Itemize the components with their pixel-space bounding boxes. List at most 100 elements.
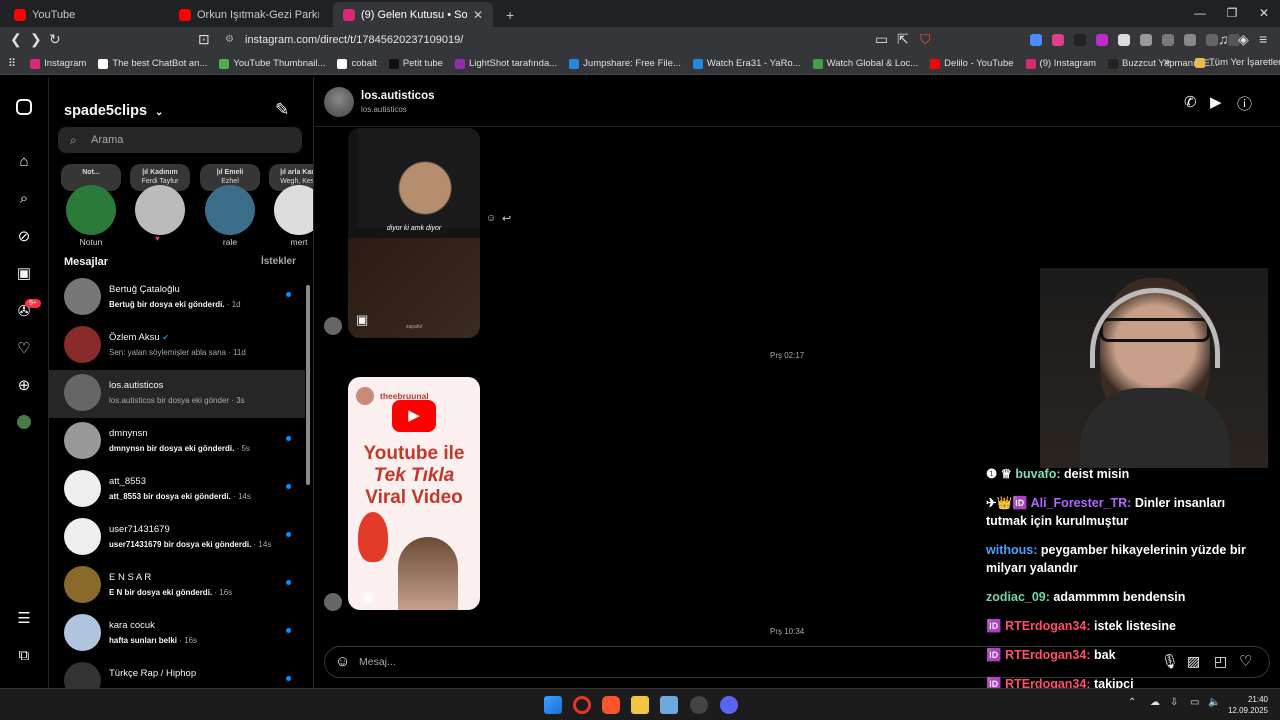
shared-video-1[interactable]: diyor ki amk diyor zapafo/ [348,128,480,338]
brave-shield-icon[interactable]: ⛉ [920,31,931,48]
conversation-row[interactable]: kara cocuk hafta sunları belki · 16s [49,610,305,658]
conversation-row[interactable]: att_8553 att_8553 bir dosya eki gönderdi.… [49,466,305,514]
extension-icon[interactable] [1096,34,1108,46]
conversation-row[interactable]: los.autisticos los.autisticos bir dosya e… [49,370,305,418]
close-tab-icon[interactable]: ✕ [473,8,483,22]
extension-icon[interactable] [1118,34,1130,46]
note-item[interactable]: |ıl Kadınım Ferdi Tayfur [130,164,190,237]
bookmark-item[interactable]: (9) Instagram [1025,58,1096,69]
sender-avatar[interactable] [324,593,342,611]
site-info-icon[interactable]: ⚙ [225,30,234,50]
note-item[interactable]: |ıl Emeli Ezhel rale [200,164,260,247]
network-icon[interactable]: ▭ [1190,697,1199,708]
video-call-icon[interactable]: ▶ [1210,93,1222,111]
explore-icon[interactable]: ⊘ [15,228,33,246]
share-icon[interactable]: ⇱ [897,31,909,48]
sender-avatar[interactable] [324,317,342,335]
home-icon[interactable]: ⌂ [15,153,33,171]
minimize-icon[interactable]: — [1184,0,1216,27]
apps-grid-icon[interactable]: ⠿ [8,57,16,70]
system-clock[interactable]: 21:40 12.09.2025 [1228,694,1268,716]
extension-icon[interactable] [1052,34,1064,46]
more-menu-icon[interactable]: ☰ [15,610,33,628]
extension-icon[interactable] [1140,34,1152,46]
url-field[interactable]: ⚙ instagram.com/direct/t/178456202371090… [215,30,915,50]
photos-icon[interactable] [660,696,678,714]
phone-call-icon[interactable]: ✆ [1184,93,1197,111]
all-bookmarks-folder[interactable]: Tüm Yer İşaretleri [1195,57,1280,68]
music-icon[interactable]: ♫ [1218,31,1229,47]
account-username[interactable]: spade5clips ⌄ [64,103,163,119]
extension-icon[interactable] [1030,34,1042,46]
discord-icon[interactable] [720,696,738,714]
shared-reel[interactable]: theebruunal ▶ Youtube ile Tek Tıkla Vira… [348,377,480,610]
extension-icon[interactable] [1162,34,1174,46]
stream-chat-message: ✈👑🆔 Ali_Forester_TR: Dinler insanları tu… [986,494,1266,530]
threads-icon[interactable]: ⧉ [15,647,33,665]
vpn-icon[interactable]: ◈ [1238,31,1249,48]
search-input[interactable]: ⌕ Arama [58,127,302,153]
obs-icon[interactable] [690,696,708,714]
conversation-row[interactable]: E N S A R E N bir dosya eki gönderdi. · 1… [49,562,305,610]
conversation-avatar [64,278,101,315]
sidebar-icon[interactable] [1206,34,1218,46]
conversation-row[interactable]: user71431679 user71431679 bir dosya eki g… [49,514,305,562]
bookmark-item[interactable]: Jumpshare: Free File... [569,58,681,69]
reels-icon[interactable]: ▣ [15,265,33,283]
maximize-icon[interactable]: ❐ [1216,0,1248,27]
start-icon[interactable] [544,696,562,714]
tab-orkun[interactable]: Orkun Işıtmak-Gezi Parkı Polise Küfür [169,2,329,27]
conversation-row[interactable]: dmnynsn dmnynsn bir dosya eki gönderdi. ·… [49,418,305,466]
tab-instagram[interactable]: (9) Gelen Kutusu • Sohbetler ✕ [333,2,493,27]
chat-title[interactable]: los.autisticos [361,90,435,102]
more-bookmarks-icon[interactable]: » [1164,56,1170,68]
bookmark-item[interactable]: Watch Era31 - YaRo... [692,58,801,69]
react-emoji-icon[interactable]: ☺ [486,213,496,224]
sidebar-scrollbar[interactable] [305,277,311,688]
bookmark-item[interactable]: Watch Global & Loc... [812,58,918,69]
conversation-row[interactable]: Bertuğ Çataloğlu Bertuğ bir dosya eki gön… [49,274,305,322]
emoji-icon[interactable]: ☺ [335,653,350,670]
new-tab-button[interactable]: + [496,2,520,27]
conversation-row[interactable]: Türkçe Rap / Hiphop [49,658,305,688]
tray-chevron-icon[interactable]: ⌃ [1128,697,1136,708]
bookmark-item[interactable]: YouTube Thumbnail... [219,58,325,69]
profile-avatar[interactable] [17,415,31,429]
forward-icon[interactable]: ❯ [30,31,42,48]
tray-icon[interactable]: ☁ [1150,697,1160,708]
brave-icon[interactable] [602,696,620,714]
back-icon[interactable]: ❮ [10,31,22,48]
info-icon[interactable]: ⓘ [1237,93,1252,114]
verified-badge-icon: ✔ [162,333,170,342]
bookmark-item[interactable]: Instagram [30,58,86,69]
chat-badges: 🆔 [986,619,1002,633]
tray-icon[interactable]: ⇩ [1170,697,1178,708]
bookmark-item[interactable]: cobalt [337,58,377,69]
bookmark-item[interactable]: Petit tube [388,58,443,69]
requests-link[interactable]: İstekler [261,256,296,267]
reload-icon[interactable]: ↻ [49,31,61,48]
close-window-icon[interactable]: ✕ [1248,0,1280,27]
bookmark-item[interactable]: LightShot tarafında... [454,58,557,69]
note-item[interactable]: |ıl arla KarşWegh, Keskmert [269,164,313,247]
puzzle-icon[interactable] [1184,34,1196,46]
reply-icon[interactable]: ↩ [502,212,511,225]
bookmark-item[interactable]: The best ChatBot an... [98,58,207,69]
create-icon[interactable]: ⊕ [15,377,33,395]
file-explorer-icon[interactable] [631,696,649,714]
volume-icon[interactable]: 🔈 [1208,697,1220,708]
new-message-icon[interactable]: ✎ [275,100,289,120]
opera-icon[interactable] [573,696,591,714]
tab-youtube[interactable]: YouTube [4,2,169,27]
menu-icon[interactable]: ≡ [1259,31,1267,47]
cast-icon[interactable]: ▭ [875,31,888,48]
instagram-logo-icon[interactable] [16,99,32,115]
extension-icon[interactable] [1074,34,1086,46]
bookmark-icon[interactable]: ⊡ [198,31,210,48]
search-icon[interactable]: ⌕ [15,190,33,208]
notifications-heart-icon[interactable]: ♡ [15,340,33,358]
conversation-row[interactable]: Özlem Aksu ✔ Sen: yalan söylemişler abla … [49,322,305,370]
chat-avatar[interactable] [324,87,354,117]
bookmark-item[interactable]: Delilo - YouTube [930,58,1014,69]
note-item[interactable]: Not... Notun [61,164,121,247]
